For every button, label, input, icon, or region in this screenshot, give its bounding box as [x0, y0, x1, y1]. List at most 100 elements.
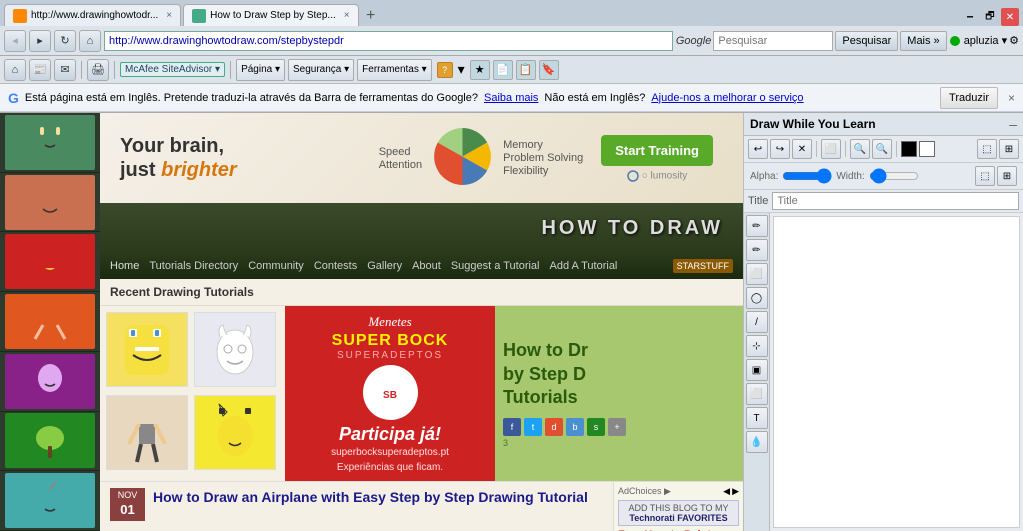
ad-nav-left[interactable]: ◀ — [723, 486, 730, 497]
toolbar-extra-btn[interactable]: ▾ — [458, 61, 465, 78]
search-input[interactable] — [713, 31, 833, 51]
start-training-button[interactable]: Start Training — [601, 135, 713, 166]
reload-button[interactable]: ↻ — [54, 30, 76, 52]
rp-redo-button[interactable]: ↪ — [770, 139, 790, 159]
tab-1[interactable]: http://www.drawinghowtodr... × — [4, 4, 181, 26]
toolbar-feeds[interactable]: 📰 — [29, 59, 51, 81]
seguranca-menu[interactable]: Segurança ▾ — [288, 59, 354, 81]
help-improve-link[interactable]: Ajude-nos a melhorar o serviço — [651, 92, 803, 104]
tool-line[interactable]: / — [746, 311, 768, 333]
tool-circle[interactable]: ◯ — [746, 287, 768, 309]
minimize-button[interactable]: 🗕 — [961, 8, 979, 26]
close-bar-button[interactable]: × — [1008, 91, 1015, 105]
super-bock-ad[interactable]: Menetes SUPER BOCK SUPERADEPTOS SB Parti… — [285, 306, 495, 481]
tutorial-thumb-person[interactable] — [106, 395, 188, 470]
rp-rect-button[interactable]: ⬜ — [821, 139, 841, 159]
mais-button[interactable]: Mais » — [900, 31, 946, 51]
nav-add[interactable]: Add A Tutorial — [550, 260, 618, 272]
tutorial-thumb-spongebob[interactable] — [106, 312, 188, 387]
tool-pencil-2[interactable]: ✏ — [746, 239, 768, 261]
search-button[interactable]: Pesquisar — [835, 31, 898, 51]
forward-button[interactable]: ▸ — [29, 30, 51, 52]
ad-choices-header: AdChoices ▶ ◀ ▶ — [618, 486, 739, 497]
tab-2-close[interactable]: × — [344, 10, 350, 21]
rp-extra-btn-2[interactable]: ⊞ — [999, 139, 1019, 159]
star-icon[interactable]: ★ — [470, 60, 490, 80]
more-icon[interactable]: + — [608, 418, 626, 436]
right-panel-close-button[interactable]: – — [1009, 116, 1017, 132]
tool-select[interactable]: ⊹ — [746, 335, 768, 357]
pagina-menu[interactable]: Página ▾ — [236, 59, 285, 81]
nav-gallery[interactable]: Gallery — [367, 260, 402, 272]
width-slider[interactable] — [869, 172, 919, 180]
toolbar-icon-2[interactable]: 📄 — [493, 60, 513, 80]
saiba-mais-link[interactable]: Saiba mais — [484, 92, 538, 104]
color-white-swatch[interactable] — [919, 141, 935, 157]
twitter-icon[interactable]: t — [524, 418, 542, 436]
rp-view-btn-2[interactable]: ⊞ — [997, 166, 1017, 186]
traduzir-button[interactable]: Traduzir — [940, 87, 998, 109]
right-panel-title: Draw While You Learn — [750, 117, 876, 131]
home-button[interactable]: ⌂ — [79, 30, 101, 52]
tool-text[interactable]: T — [746, 407, 768, 429]
toolbar-home[interactable]: ⌂ — [4, 59, 26, 81]
toolbar-mail[interactable]: ✉ — [54, 59, 76, 81]
alpha-slider[interactable] — [782, 172, 832, 180]
bookmark-icon[interactable]: b — [566, 418, 584, 436]
mcafee-advisor[interactable]: McAfee SiteAdvisor ▾ — [120, 62, 225, 77]
thumb-face[interactable] — [0, 173, 100, 233]
tutorial-thumb-pikachu[interactable] — [194, 395, 276, 470]
thumb-character2[interactable] — [0, 352, 100, 412]
thumb-cut-rope[interactable] — [0, 471, 100, 531]
thumb-adventure-time[interactable] — [0, 113, 100, 173]
nav-suggest[interactable]: Suggest a Tutorial — [451, 260, 540, 272]
ferramentas-menu[interactable]: Ferramentas ▾ — [357, 59, 431, 81]
toolbar-icon-4[interactable]: 🔖 — [539, 60, 559, 80]
rp-extra-btn-1[interactable]: ⬚ — [977, 139, 997, 159]
main-content-row: Recent Drawing Tutorials — [100, 279, 743, 531]
drawing-canvas[interactable] — [773, 216, 1020, 528]
rp-clear-button[interactable]: ✕ — [792, 139, 812, 159]
address-input[interactable] — [104, 31, 673, 51]
tool-fill[interactable]: ▣ — [746, 359, 768, 381]
tab-2-label: How to Draw Step by Step... — [210, 10, 336, 21]
thumb-plant[interactable] — [0, 412, 100, 472]
ad-nav-right[interactable]: ▶ — [732, 486, 739, 497]
thumb-angry-bird[interactable] — [0, 232, 100, 292]
toolbar-icon-3[interactable]: 📋 — [516, 60, 536, 80]
nav-community[interactable]: Community — [248, 260, 304, 272]
account-settings-icon[interactable]: ⚙ — [1009, 34, 1019, 47]
nav-tutorials[interactable]: Tutorials Directory — [149, 260, 238, 272]
rp-view-btn-1[interactable]: ⬚ — [975, 166, 995, 186]
right-panel-header: Draw While You Learn – — [744, 113, 1023, 136]
tool-eraser[interactable]: ⬜ — [746, 383, 768, 405]
facebook-icon[interactable]: f — [503, 418, 521, 436]
tool-pencil-1[interactable]: ✏ — [746, 215, 768, 237]
new-tab-button[interactable]: + — [361, 6, 381, 26]
toolbar-sep-2 — [114, 61, 115, 79]
title-input[interactable] — [772, 192, 1019, 210]
starstuff-button[interactable]: STARSTUFF — [673, 259, 733, 273]
digg-icon[interactable]: d — [545, 418, 563, 436]
tool-rect[interactable]: ⬜ — [746, 263, 768, 285]
thumb-character[interactable] — [0, 292, 100, 352]
restore-button[interactable]: 🗗 — [981, 8, 999, 26]
nav-home[interactable]: Home — [110, 260, 139, 272]
rp-zoomin-button[interactable]: 🔍 — [850, 139, 870, 159]
account-menu[interactable]: apluzia ▾ ⚙ — [950, 34, 1019, 47]
share-icon[interactable]: s — [587, 418, 605, 436]
tool-eyedrop[interactable]: 💧 — [746, 431, 768, 453]
tab-2[interactable]: How to Draw Step by Step... × — [183, 4, 358, 26]
nav-about[interactable]: About — [412, 260, 441, 272]
help-icon[interactable]: ? — [437, 62, 453, 78]
tutorial-thumb-creature[interactable] — [194, 312, 276, 387]
rp-zoomout-button[interactable]: 🔍 — [872, 139, 892, 159]
nav-contests[interactable]: Contests — [314, 260, 357, 272]
close-button[interactable]: ✕ — [1001, 8, 1019, 26]
back-button[interactable]: ◂ — [4, 30, 26, 52]
article-title[interactable]: How to Draw an Airplane with Easy Step b… — [153, 488, 588, 506]
rp-undo-button[interactable]: ↩ — [748, 139, 768, 159]
tab-1-close[interactable]: × — [166, 10, 172, 21]
toolbar-print[interactable]: 🖨 — [87, 59, 109, 81]
color-black-swatch[interactable] — [901, 141, 917, 157]
